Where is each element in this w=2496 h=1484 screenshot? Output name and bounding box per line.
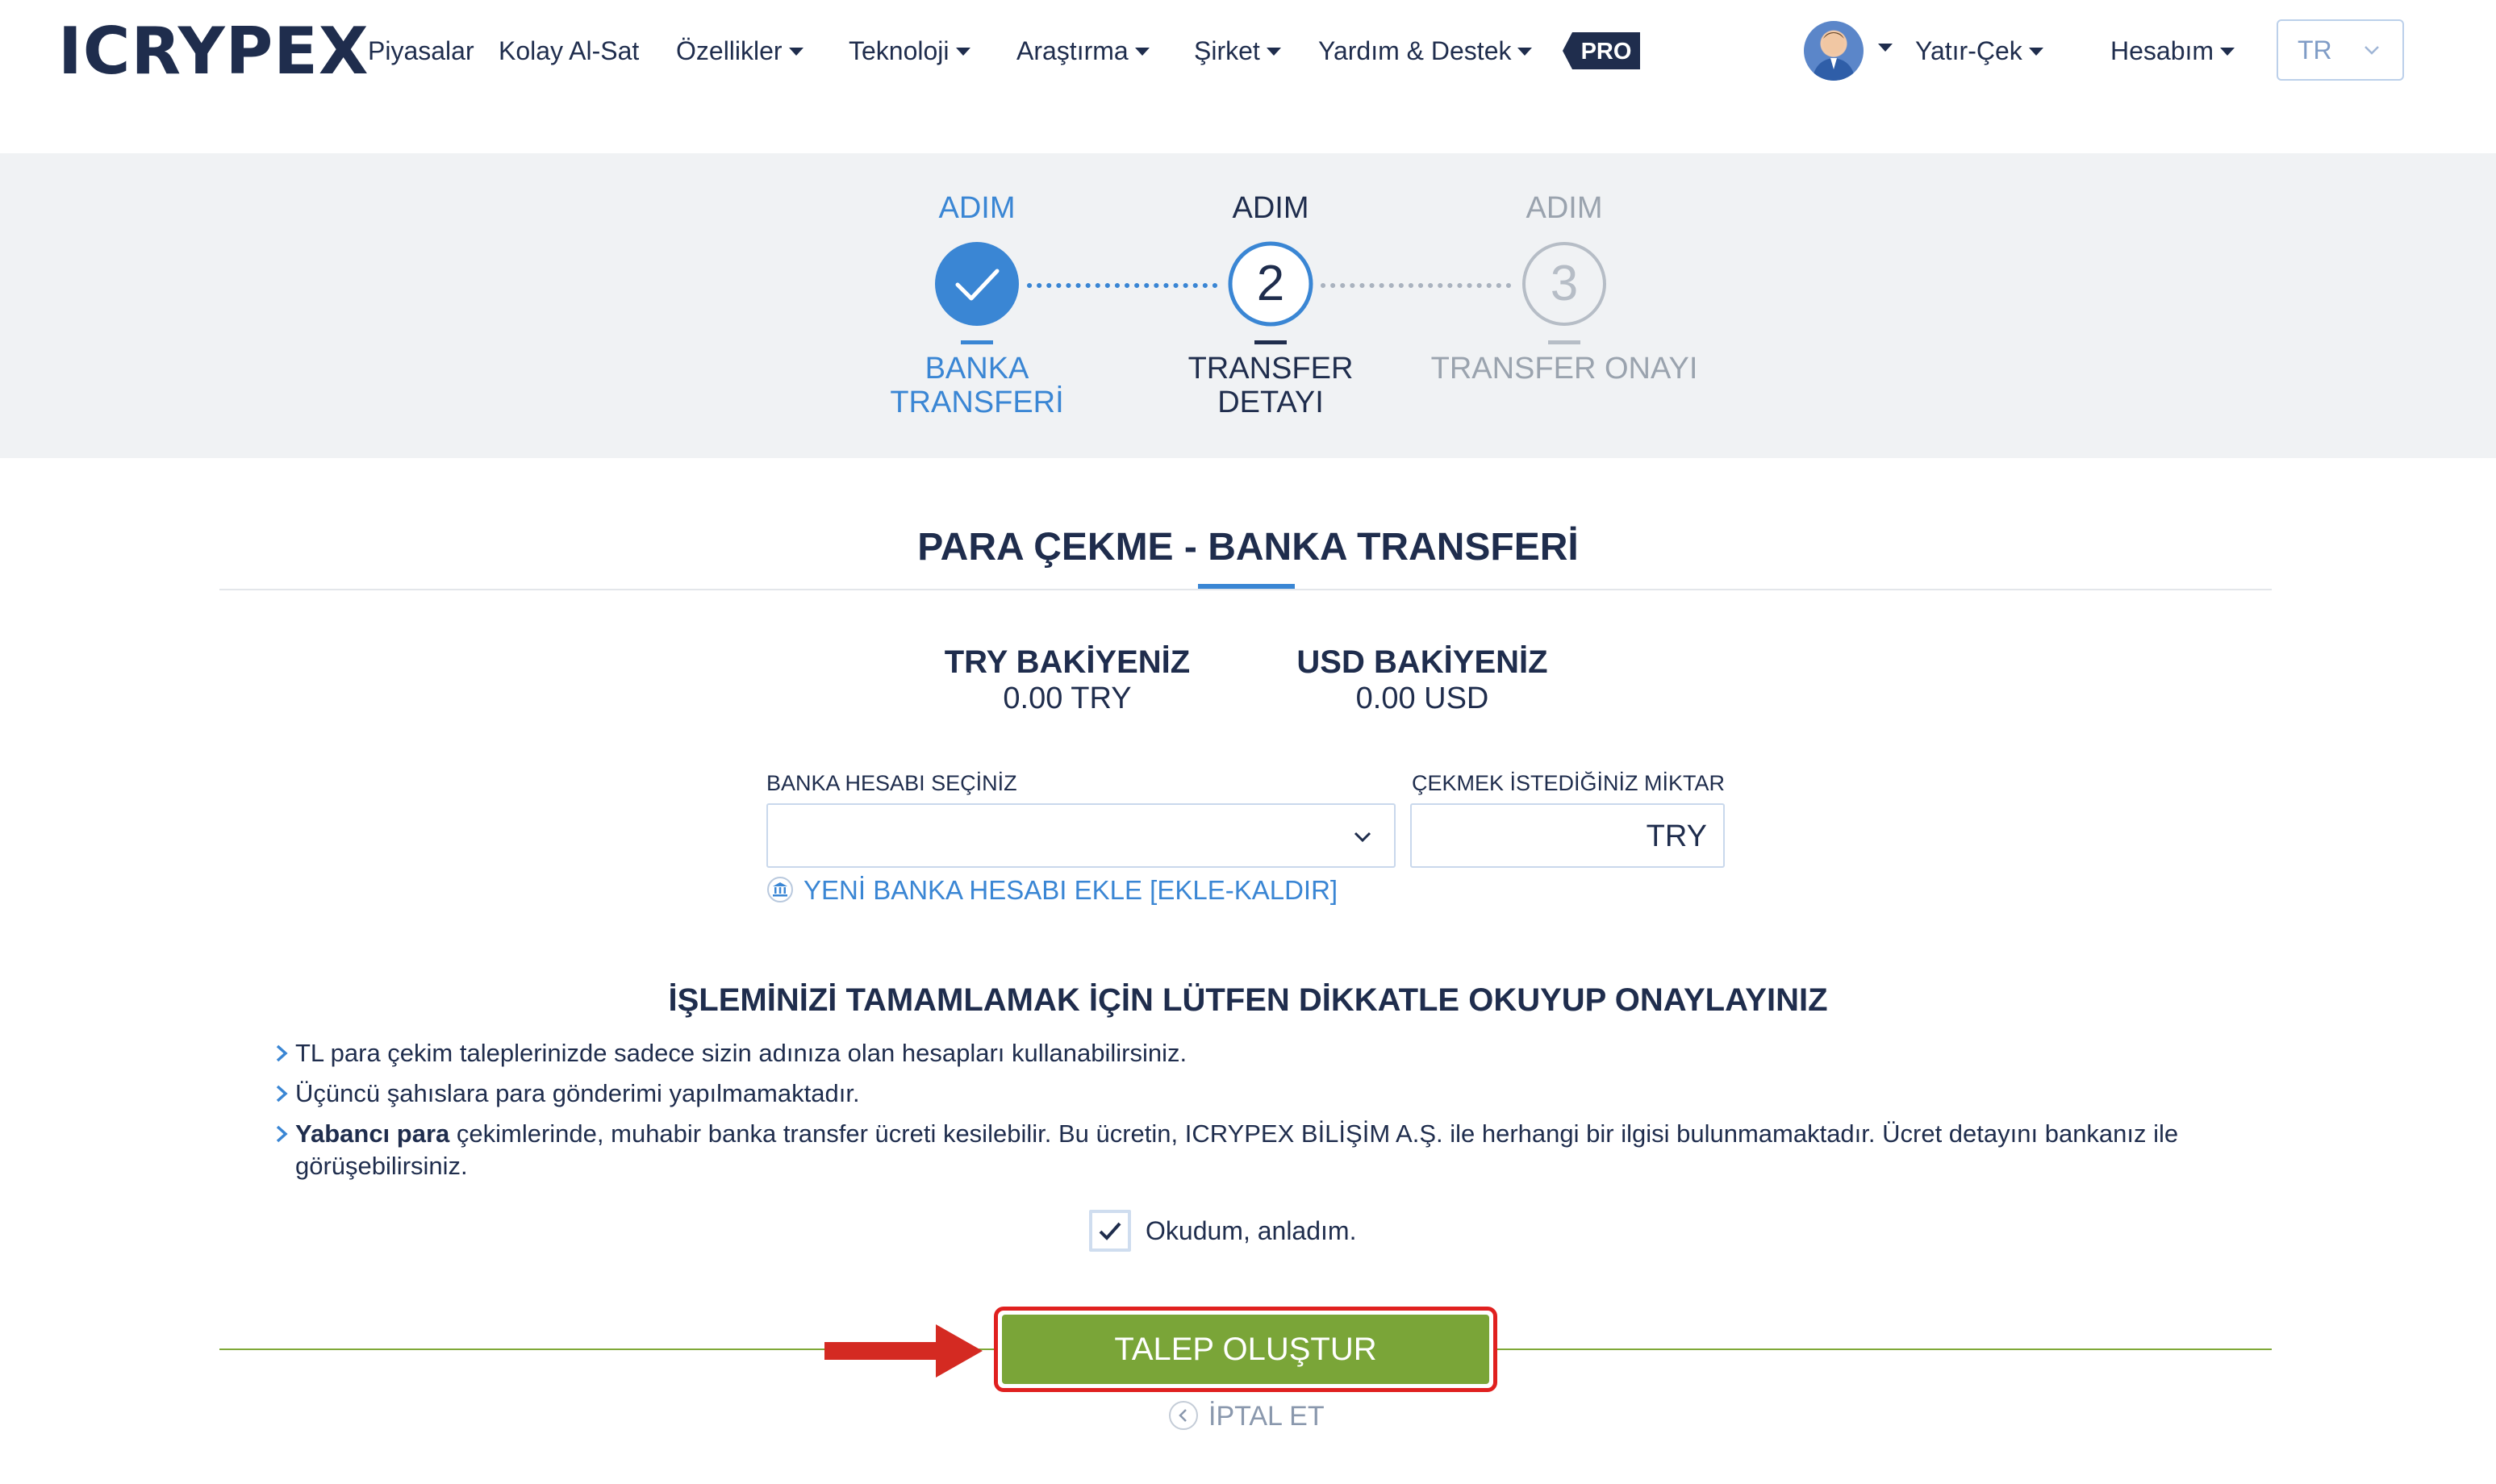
caret-down-icon [1134,47,1150,56]
red-arrow-annotation-icon [824,1324,983,1378]
step-top-label: ADIM [1526,191,1603,225]
balance-value: 0.00 TRY [1003,682,1132,715]
nav-label: Özellikler [676,36,783,65]
nav-piyasalar[interactable]: Piyasalar [368,31,474,71]
bank-select-label: BANKA HESABI SEÇİNİZ [766,771,1017,795]
rule-text-body: çekimlerinde, muhabir banka transfer ücr… [295,1119,2179,1180]
balance-label: TRY BAKİYENİZ [944,644,1191,680]
rule-item: TL para çekim taleplerinizde sadece sizi… [273,1037,2273,1069]
nav-teknoloji[interactable]: Teknoloji [849,31,970,71]
nav-label: Araştırma [1016,36,1129,65]
caret-down-icon [1266,47,1281,56]
rule-text-body: TL para çekim taleplerinizde sadece sizi… [295,1039,1187,1067]
rule-text: Yabancı para çekimlerinde, muhabir banka… [273,1118,2273,1182]
nav-label: Yardım & Destek [1318,36,1512,65]
nav-label: Yatır-Çek [1915,36,2022,65]
rule-text: TL para çekim taleplerinizde sadece sizi… [273,1037,2273,1069]
caret-down-icon [955,47,970,56]
rule-item: Yabancı para çekimlerinde, muhabir banka… [273,1118,2273,1182]
chevron-down-icon [1354,832,1371,843]
nav-label: Piyasalar [368,36,474,65]
nav-label: Kolay Al-Sat [499,36,640,65]
step-top-label: ADIM [1232,191,1309,225]
create-request-button[interactable]: TALEP OLUŞTUR [1002,1315,1489,1384]
nav-yardim-destek[interactable]: Yardım & Destek [1318,31,1533,71]
rule-text-bold: Yabancı para [295,1119,450,1148]
caret-down-icon [2028,47,2043,56]
chevron-right-icon [276,1125,288,1143]
language-select[interactable]: TR [2277,19,2404,81]
consent-checkbox[interactable] [1089,1210,1131,1252]
nav-ozellikler[interactable]: Özellikler [676,31,803,71]
chevron-left-circle-icon [1169,1401,1198,1431]
icrypex-logo[interactable]: ICRYPEX [58,19,369,84]
step-number: 3 [1551,256,1578,311]
page-title: PARA ÇEKME - BANKA TRANSFERİ [917,526,1579,569]
caret-down-icon[interactable] [1878,44,1893,52]
pro-label: PRO [1581,39,1632,65]
caret-down-icon [2220,47,2235,56]
language-value: TR [2298,35,2332,65]
add-bank-account-link[interactable]: YENİ BANKA HESABI EKLE [EKLE-KALDIR] [766,873,1338,908]
balance-value: 0.00 USD [1355,682,1489,715]
rule-text: Üçüncü şahıslara para gönderimi yapılmam… [273,1078,2273,1110]
caret-down-icon [1517,47,1533,56]
step-label-line: TRANSFER ONAYI [1430,352,1698,386]
usd-balance: USD BAKİYENİZ 0.00 USD [1261,644,1584,716]
nav-hesabim[interactable]: Hesabım [2110,31,2235,71]
nav-arastirma[interactable]: Araştırma [1016,31,1150,71]
progress-steps: ADIM BANKA TRANSFERİ ADIM 2 TRANSFER DET… [0,153,2496,458]
step-label-line: BANKA [925,352,1029,386]
step-label-line: TRANSFER [1187,352,1354,386]
chevron-right-icon [276,1044,288,1062]
avatar-person-icon [1812,32,1855,81]
amount-currency: TRY [1646,819,1707,853]
step-connector-active [1027,283,1225,288]
step-connector-pending [1321,283,1519,288]
step-done-check-icon [935,242,1019,326]
nav-label: Şirket [1194,36,1260,65]
step-label: BANKA TRANSFERİ [840,352,1114,419]
step-label: TRANSFER DETAYI [1133,352,1408,419]
nav-yatir-cek[interactable]: Yatır-Çek [1915,31,2043,71]
nav-label: Hesabım [2110,36,2214,65]
chevron-down-icon [2365,46,2379,55]
rule-item: Üçüncü şahıslara para gönderimi yapılmam… [273,1078,2273,1110]
caret-down-icon [788,47,803,56]
nav-sirket[interactable]: Şirket [1194,31,1281,71]
step-number: 2 [1257,256,1284,311]
amount-label: ÇEKMEK İSTEDİĞİNİZ MİKTAR [1412,771,1726,795]
step-number-icon: 2 [1228,241,1313,327]
step-top-label: ADIM [938,191,1016,225]
step-bar [1254,340,1287,344]
top-navbar: ICRYPEX Piyasalar Kolay Al-Sat Özellikle… [0,0,2496,153]
consent-label[interactable]: Okudum, anladım. [1146,1213,1356,1248]
step-label-line: DETAYI [1217,386,1324,419]
cancel-link[interactable]: İPTAL ET [1168,1399,1325,1434]
bank-icon [767,877,793,903]
pro-badge[interactable]: PRO [1561,31,1642,71]
bank-account-select[interactable] [766,803,1396,868]
chevron-right-icon [276,1085,288,1103]
step-bar [1548,340,1580,344]
balance-label: USD BAKİYENİZ [1296,644,1548,680]
try-balance: TRY BAKİYENİZ 0.00 TRY [906,644,1229,716]
rule-text-body: Üçüncü şahıslara para gönderimi yapılmam… [295,1079,860,1107]
amount-input[interactable]: TRY [1410,803,1725,868]
title-accent-bar [1198,584,1295,589]
notice-title: İŞLEMİNİZİ TAMAMLAMAK İÇİN LÜTFEN DİKKAT… [668,982,1828,1018]
step-bar [961,340,993,344]
nav-label: Teknoloji [849,36,950,65]
step-label: TRANSFER ONAYI [1411,352,1718,386]
user-avatar[interactable] [1804,21,1864,81]
step-label-line: TRANSFERİ [890,386,1064,419]
cancel-label: İPTAL ET [1208,1401,1325,1432]
nav-kolay-al-sat[interactable]: Kolay Al-Sat [499,31,639,71]
title-divider [219,589,2272,590]
checkmark-icon [1099,1222,1121,1240]
step-number-icon: 3 [1522,242,1606,326]
add-bank-link-text: YENİ BANKA HESABI EKLE [EKLE-KALDIR] [803,875,1338,905]
